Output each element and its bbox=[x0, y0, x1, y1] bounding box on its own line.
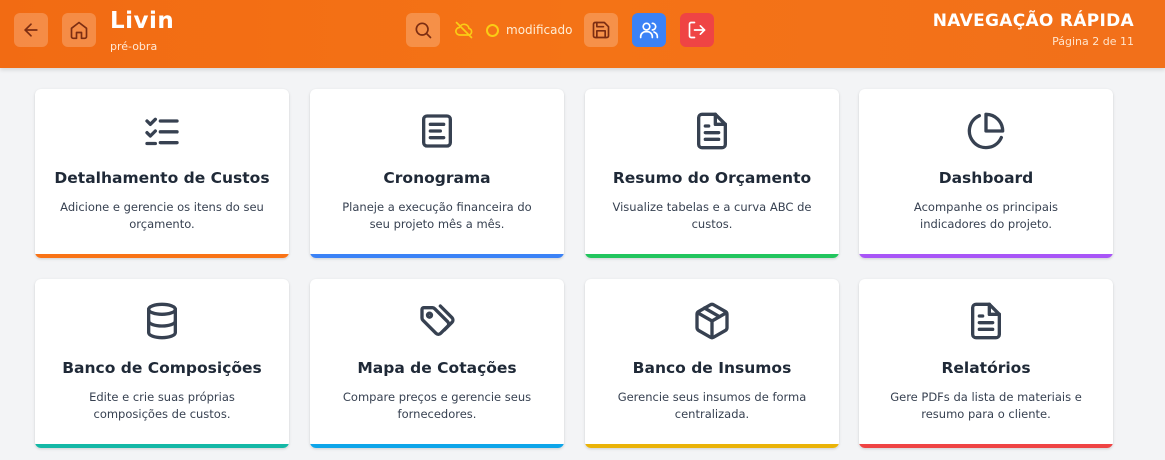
cloud-off-icon bbox=[455, 21, 473, 39]
status-indicator: modificado bbox=[486, 22, 572, 38]
card-title: Resumo do Orçamento bbox=[612, 169, 812, 187]
card-accent-bar bbox=[859, 444, 1113, 448]
card-title: Dashboard bbox=[938, 169, 1034, 187]
card-cronograma[interactable]: Cronograma Planeje a execução financeira… bbox=[310, 89, 564, 258]
card-description: Compare preços e gerencie seus fornecedo… bbox=[342, 390, 532, 421]
card-banco-de-composicoes[interactable]: Banco de Composições Edite e crie suas p… bbox=[35, 279, 289, 448]
users-icon bbox=[639, 22, 659, 39]
report-icon bbox=[971, 302, 1001, 340]
card-detalhamento-de-custos[interactable]: Detalhamento de Custos Adicione e gerenc… bbox=[35, 89, 289, 258]
card-title: Banco de Composições bbox=[62, 359, 262, 377]
package-icon bbox=[695, 302, 729, 340]
card-dashboard[interactable]: Dashboard Acompanhe os principais indica… bbox=[859, 89, 1113, 258]
card-accent-bar bbox=[310, 444, 564, 448]
card-description: Visualize tabelas e a curva ABC de custo… bbox=[612, 200, 812, 231]
card-description: Acompanhe os principais indicadores do p… bbox=[913, 200, 1059, 231]
document-icon bbox=[697, 112, 727, 150]
search-icon bbox=[415, 22, 432, 39]
card-description: Planeje a execução financeira do seu pro… bbox=[342, 200, 532, 231]
card-title: Banco de Insumos bbox=[632, 359, 792, 377]
quick-nav-title: NAVEGAÇÃO RÁPIDA bbox=[932, 11, 1134, 31]
tags-icon bbox=[420, 304, 455, 336]
pie-chart-icon bbox=[967, 112, 1005, 150]
card-description: Adicione e gerencie os itens do seu orça… bbox=[60, 200, 264, 231]
sync-status[interactable] bbox=[447, 13, 481, 47]
users-button[interactable] bbox=[632, 13, 666, 47]
card-accent-bar bbox=[35, 444, 289, 448]
status-text: modificado bbox=[506, 23, 573, 37]
card-accent-bar bbox=[585, 254, 839, 258]
list-check-icon bbox=[145, 117, 179, 146]
save-button[interactable] bbox=[584, 13, 618, 47]
app-title: Livin bbox=[110, 8, 175, 34]
card-relatorios[interactable]: Relatórios Gere PDFs da lista de materia… bbox=[859, 279, 1113, 448]
card-title: Relatórios bbox=[941, 359, 1031, 377]
app-subtitle: pré-obra bbox=[110, 40, 158, 53]
status-dot bbox=[486, 23, 499, 37]
home-button[interactable] bbox=[62, 13, 96, 47]
search-button[interactable] bbox=[406, 13, 440, 47]
card-title: Cronograma bbox=[383, 169, 491, 187]
card-description: Gere PDFs da lista de materiais e resumo… bbox=[890, 390, 1082, 421]
home-icon bbox=[70, 21, 88, 40]
text-box-icon bbox=[422, 114, 452, 148]
card-description: Gerencie seus insumos de forma centraliz… bbox=[617, 390, 807, 421]
card-banco-de-insumos[interactable]: Banco de Insumos Gerencie seus insumos d… bbox=[585, 279, 839, 448]
logout-button[interactable] bbox=[680, 13, 714, 47]
card-title: Detalhamento de Custos bbox=[54, 169, 270, 187]
card-accent-bar bbox=[859, 254, 1113, 258]
database-icon bbox=[147, 302, 177, 340]
card-accent-bar bbox=[585, 444, 839, 448]
card-accent-bar bbox=[310, 254, 564, 258]
card-title: Mapa de Cotações bbox=[357, 359, 517, 377]
card-accent-bar bbox=[35, 254, 289, 258]
card-mapa-de-cotacoes[interactable]: Mapa de Cotações Compare preços e gerenc… bbox=[310, 279, 564, 448]
save-icon bbox=[592, 21, 610, 39]
logout-icon bbox=[688, 21, 706, 39]
back-button[interactable] bbox=[14, 13, 48, 47]
arrow-left-icon bbox=[24, 23, 38, 37]
card-description: Edite e crie suas próprias composições d… bbox=[89, 390, 235, 421]
top-bar: Livin pré-obra modificado NAVEGAÇÃO RÁPI… bbox=[0, 0, 1165, 68]
card-resumo-do-orcamento[interactable]: Resumo do Orçamento Visualize tabelas e … bbox=[585, 89, 839, 258]
page-indicator: Página 2 de 11 bbox=[1052, 35, 1134, 48]
